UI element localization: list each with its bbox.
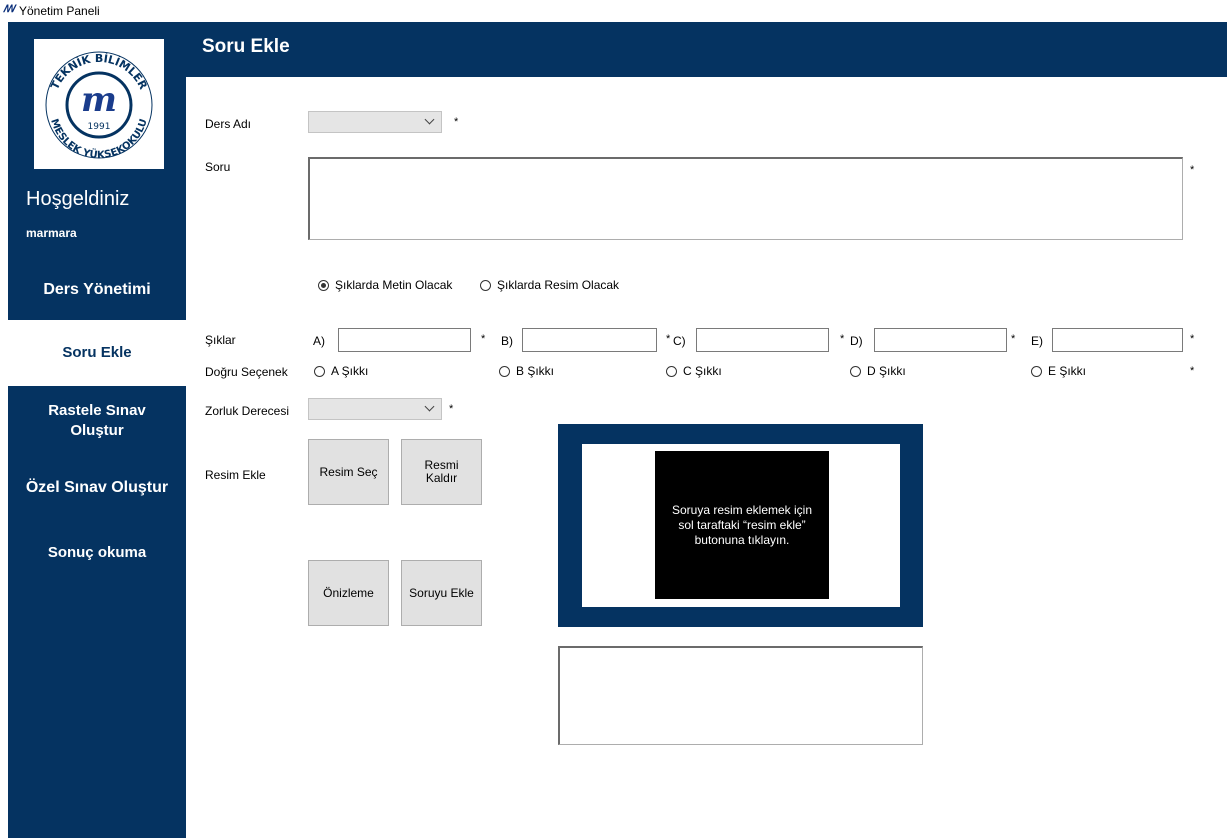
sidebar-item-label: Rastele Sınav Oluştur [48,402,146,439]
image-label: Resim Ekle [205,468,266,482]
required-mark: * [481,333,486,345]
radio-correct-e-label: E Şıkkı [1048,364,1087,378]
required-mark: * [449,403,454,415]
preview-button[interactable]: Önizleme [308,560,389,626]
option-a-input[interactable] [338,328,471,352]
option-b-key: B) [501,334,513,348]
username-text: marmara [26,226,77,240]
radio-checked-icon [318,279,329,291]
option-b-input[interactable] [522,328,657,352]
school-logo: TEKNİK BİLİMLER MESLEK YÜKSEKOKULU m 199… [34,39,164,169]
option-e-key: E) [1031,334,1043,348]
radio-correct-b[interactable]: B Şıkkı [499,364,554,378]
radio-unchecked-icon [480,279,491,291]
select-image-button[interactable]: Resim Seç [308,439,389,505]
course-select[interactable] [308,111,442,133]
page-header: Soru Ekle [186,22,1227,77]
window-title: Yönetim Paneli [19,4,100,18]
course-label: Ders Adı [205,117,252,131]
sidebar-item-soru-ekle[interactable]: Soru Ekle [8,320,186,386]
preview-button-label: Önizleme [323,585,374,600]
option-d-key: D) [850,334,863,348]
welcome-text: Hoşgeldiniz [26,188,130,210]
sidebar-item-label: Ders Yönetimi [43,281,151,298]
svg-text:m: m [81,80,117,120]
radio-options-text[interactable]: Şıklarda Metin Olacak [318,278,452,292]
sidebar-item-ders-yonetimi[interactable]: Ders Yönetimi [8,279,186,301]
sidebar-item-ozel-sinav[interactable]: Özel Sınav Oluştur [8,477,186,499]
chevron-down-icon [424,401,435,412]
image-placeholder-text: Soruya resim eklemek için sol taraftaki … [671,502,813,547]
question-label: Soru [205,160,231,174]
required-mark: * [1190,333,1195,345]
radio-options-image-label: Şıklarda Resim Olacak [497,278,620,292]
radio-correct-a[interactable]: A Şıkkı [314,364,368,378]
sidebar-item-rastgele-sinav[interactable]: Rastele Sınav Oluştur [32,401,162,441]
info-textbox[interactable] [558,646,923,745]
image-placeholder: Soruya resim eklemek için sol taraftaki … [655,451,829,599]
required-mark: * [840,333,845,345]
difficulty-select[interactable] [308,398,442,420]
radio-correct-c-label: C Şıkkı [683,364,722,378]
radio-unchecked-icon [314,365,325,377]
required-mark: * [454,116,459,128]
page-title: Soru Ekle [202,36,290,57]
logo-m-icon: ꟿ [3,4,15,15]
radio-unchecked-icon [1031,365,1042,377]
sidebar: TEKNİK BİLİMLER MESLEK YÜKSEKOKULU m 199… [8,22,186,838]
radio-unchecked-icon [850,365,861,377]
remove-image-button-label-2: Kaldır [425,471,458,485]
radio-unchecked-icon [666,365,677,377]
required-mark: * [1011,333,1016,345]
question-textarea[interactable] [308,157,1183,240]
option-a-key: A) [313,334,325,348]
add-question-button-label: Soruyu Ekle [409,585,474,600]
select-image-button-label: Resim Seç [319,464,378,479]
option-c-key: C) [673,334,686,348]
radio-correct-b-label: B Şıkkı [516,364,555,378]
required-mark: * [1190,365,1195,377]
correct-option-label: Doğru Seçenek [205,365,288,379]
svg-text:1991: 1991 [88,122,111,132]
image-preview-area: Soruya resim eklemek için sol taraftaki … [582,444,900,607]
radio-correct-d-label: D Şıkkı [867,364,906,378]
required-mark: * [1190,164,1195,176]
difficulty-label: Zorluk Derecesi [205,404,290,418]
add-question-button[interactable]: Soruyu Ekle [401,560,482,626]
remove-image-button[interactable]: Resmi Kaldır [401,439,482,505]
radio-correct-e[interactable]: E Şıkkı [1031,364,1086,378]
required-mark: * [666,333,671,345]
window-titlebar: ꟿ Yönetim Paneli [0,0,1227,22]
sidebar-item-label: Sonuç okuma [47,544,147,561]
radio-correct-c[interactable]: C Şıkkı [666,364,722,378]
radio-correct-a-label: A Şıkkı [331,364,369,378]
school-logo-icon: TEKNİK BİLİMLER MESLEK YÜKSEKOKULU m 199… [45,51,153,161]
sidebar-item-label: Özel Sınav Oluştur [25,479,169,496]
option-c-input[interactable] [696,328,829,352]
chevron-down-icon [424,114,435,125]
option-e-input[interactable] [1052,328,1183,352]
radio-options-text-label: Şıklarda Metin Olacak [335,278,453,292]
radio-unchecked-icon [499,365,510,377]
sidebar-item-label: Soru Ekle [62,344,132,361]
option-d-input[interactable] [874,328,1007,352]
image-preview-frame: Soruya resim eklemek için sol taraftaki … [558,424,923,627]
radio-correct-d[interactable]: D Şıkkı [850,364,906,378]
radio-options-image[interactable]: Şıklarda Resim Olacak [480,278,619,292]
sidebar-item-sonuc-okuma[interactable]: Sonuç okuma [8,542,186,564]
options-label: Şıklar [205,333,236,347]
